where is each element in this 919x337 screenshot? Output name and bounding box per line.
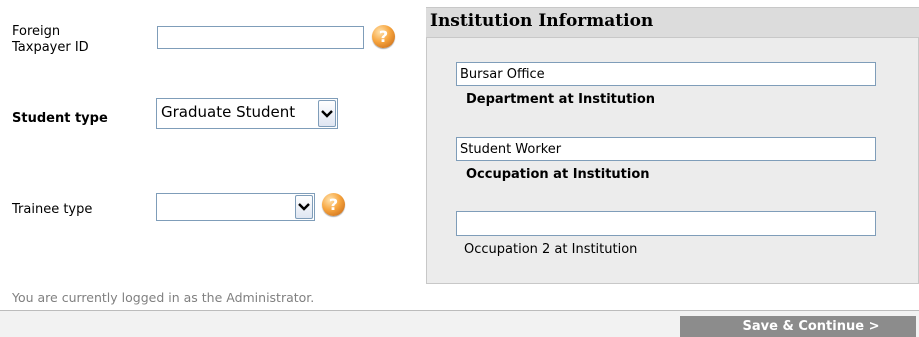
student-type-select[interactable]: Graduate Student [156,98,338,129]
chevron-down-icon[interactable] [318,100,336,127]
save-continue-button[interactable]: Save & Continue > [680,316,916,337]
question-help-icon[interactable]: ? [322,193,345,216]
department-label: Department at Institution [466,92,656,107]
trainee-type-select[interactable] [156,193,315,221]
foreign-taxpayer-input[interactable] [157,26,364,49]
question-help-icon[interactable]: ? [372,25,395,48]
student-type-label: Student type [12,111,108,126]
student-type-value: Graduate Student [161,103,296,121]
occupation-label: Occupation at Institution [466,167,650,182]
foreign-taxpayer-label: Foreign Taxpayer ID [12,24,89,55]
occupation-input[interactable] [456,137,876,161]
institution-panel-title: Institution Information [430,11,654,31]
trainee-type-label: Trainee type [12,202,93,217]
login-status-text: You are currently logged in as the Admin… [12,290,315,305]
chevron-down-icon[interactable] [295,195,313,219]
occupation2-input[interactable] [456,211,876,236]
occupation2-label: Occupation 2 at Institution [464,242,638,257]
department-input[interactable] [456,62,876,86]
